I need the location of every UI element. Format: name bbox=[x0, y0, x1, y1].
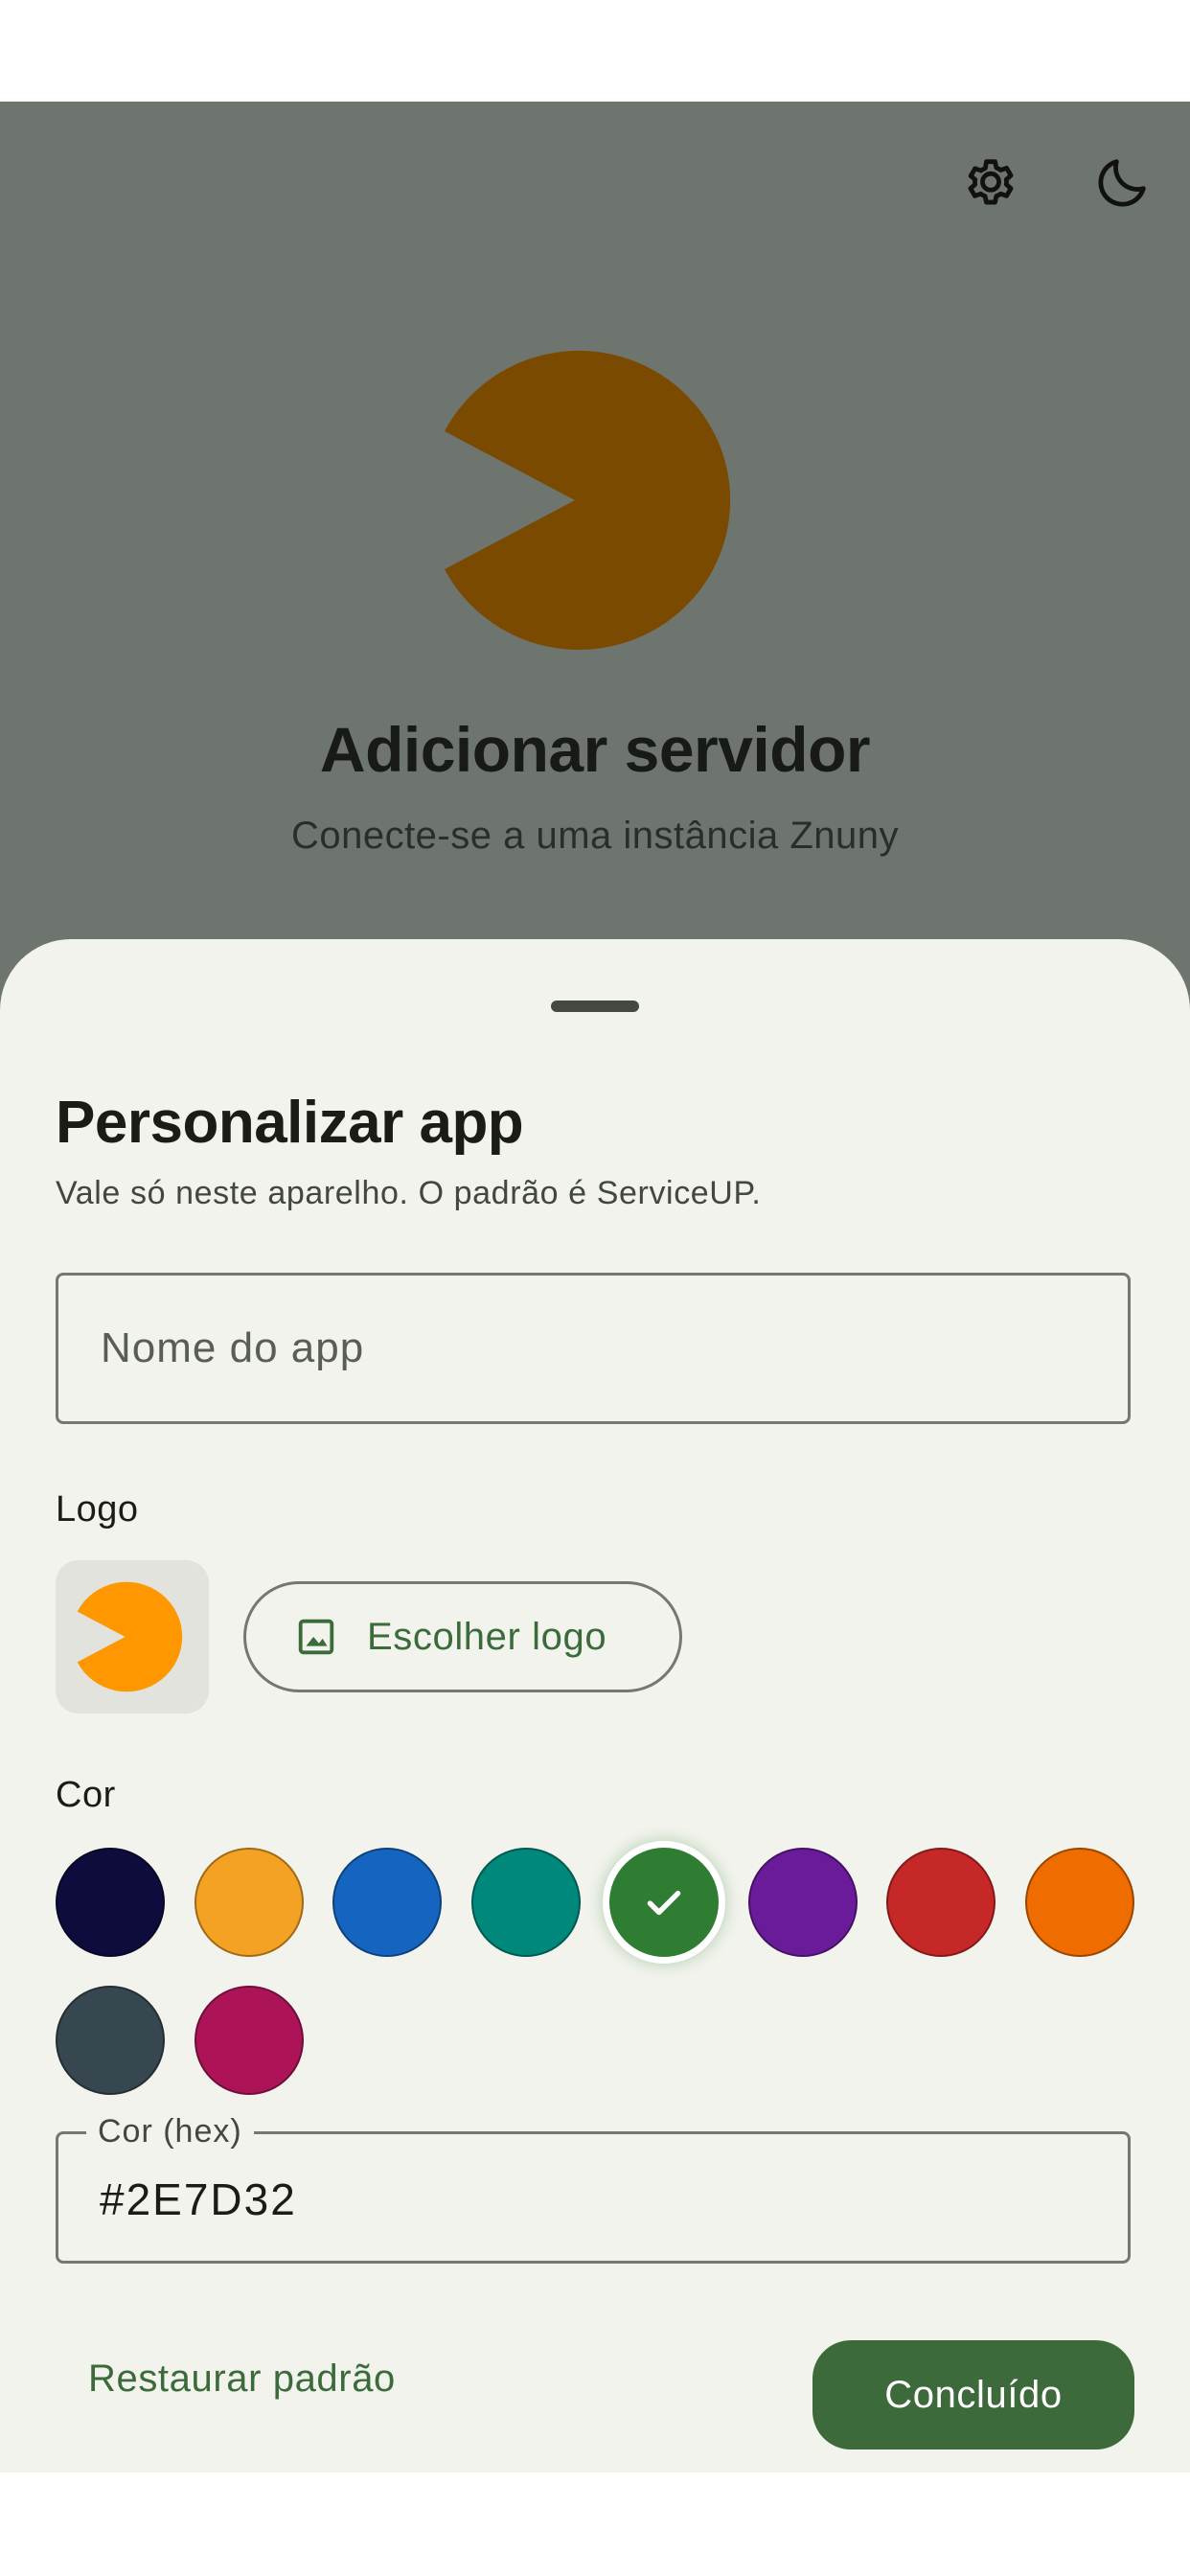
color-swatch[interactable] bbox=[470, 1848, 581, 1957]
done-button[interactable]: Concluído bbox=[812, 2340, 1134, 2450]
color-swatch[interactable] bbox=[747, 1848, 858, 1957]
status-bar bbox=[0, 0, 1190, 102]
drag-handle[interactable] bbox=[551, 1000, 639, 1012]
gear-icon bbox=[968, 159, 1014, 205]
moon-icon bbox=[1098, 159, 1146, 207]
logo-section-label: Logo bbox=[56, 1489, 139, 1530]
settings-button[interactable] bbox=[952, 144, 1029, 220]
color-swatch[interactable] bbox=[194, 1848, 304, 1957]
color-swatch[interactable] bbox=[194, 1986, 304, 2095]
sheet-subtitle: Vale só neste aparelho. O padrão é Servi… bbox=[56, 1175, 762, 1211]
customize-bottom-sheet: Personalizar app Vale só neste aparelho.… bbox=[0, 939, 1190, 2472]
color-swatch[interactable] bbox=[1024, 1848, 1134, 1957]
dark-mode-button[interactable] bbox=[1085, 144, 1161, 220]
color-swatch[interactable] bbox=[886, 1848, 995, 1957]
color-swatch[interactable] bbox=[56, 1986, 165, 2095]
hex-field-label: Cor (hex) bbox=[86, 2112, 254, 2150]
navigation-bar bbox=[0, 2472, 1190, 2576]
hex-input[interactable] bbox=[100, 2174, 1058, 2225]
color-swatch[interactable] bbox=[56, 1848, 165, 1957]
logo-preview bbox=[56, 1560, 209, 1714]
image-icon bbox=[298, 1619, 334, 1655]
color-swatch[interactable] bbox=[609, 1848, 719, 1957]
page-subtitle: Conecte-se a uma instância Znuny bbox=[290, 815, 900, 857]
logo-preview-image bbox=[77, 1581, 183, 1692]
page-title: Adicionar servidor bbox=[319, 714, 871, 785]
color-swatch[interactable] bbox=[332, 1848, 442, 1957]
sheet-title: Personalizar app bbox=[56, 1090, 524, 1156]
color-section-label: Cor bbox=[56, 1775, 116, 1815]
app-name-field[interactable] bbox=[56, 1273, 1131, 1424]
restore-default-button[interactable]: Restaurar padrão bbox=[88, 2358, 396, 2401]
app-logo bbox=[445, 351, 731, 650]
check-icon bbox=[647, 1890, 681, 1916]
choose-logo-label: Escolher logo bbox=[367, 1615, 607, 1658]
choose-logo-button[interactable]: Escolher logo bbox=[243, 1581, 682, 1692]
